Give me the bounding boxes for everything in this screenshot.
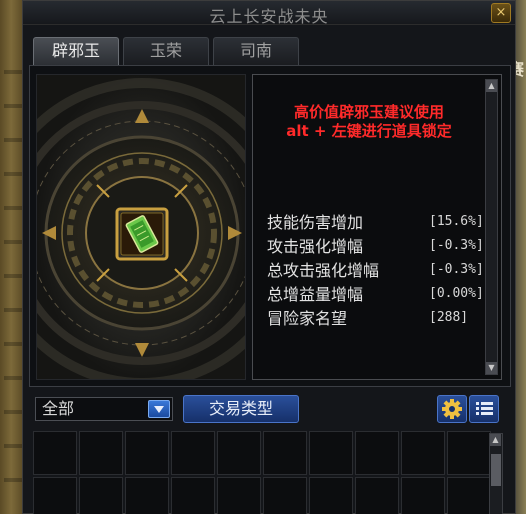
scroll-up-button[interactable]: ▲ — [486, 80, 497, 92]
title-bar[interactable]: 云上长安战未央 × — [23, 1, 515, 26]
scroll-down-button[interactable]: ▼ — [486, 362, 497, 374]
stat-label: 技能伤害增加 — [267, 213, 364, 232]
inventory-slot[interactable] — [171, 477, 215, 514]
settings-button[interactable] — [437, 395, 467, 423]
stat-label: 攻击强化增幅 — [267, 237, 364, 256]
inventory-slot[interactable] — [33, 477, 77, 514]
info-panel: 高价值辟邪玉建议使用 alt + 左键进行道具锁定 技能伤害增加 [15.6%]… — [252, 74, 502, 380]
inventory-slot[interactable] — [309, 431, 353, 475]
inventory-slot[interactable] — [447, 431, 491, 475]
tab-bixieyu[interactable]: 辟邪玉 — [33, 37, 119, 65]
tab-bar: 辟邪玉 玉荣 司南 — [33, 37, 299, 65]
info-scrollbar[interactable]: ▲ ▼ — [485, 79, 498, 375]
stat-value: [288] — [429, 309, 469, 325]
inventory-slot[interactable] — [447, 477, 491, 514]
stat-row: 攻击强化增幅 [-0.3%] — [267, 233, 487, 257]
inventory-slot[interactable] — [263, 477, 307, 514]
inventory-slot[interactable] — [125, 477, 169, 514]
inventory-slot[interactable] — [33, 431, 77, 475]
stat-label: 总增益量增幅 — [267, 285, 364, 304]
gear-icon — [442, 399, 462, 419]
dropdown-value: 全部 — [42, 399, 75, 418]
stat-row: 总增益量增幅 [0.00%] — [267, 281, 487, 305]
warning-line-1: 高价值辟邪玉建议使用 — [293, 103, 444, 121]
list-icon — [476, 402, 493, 415]
tab-sinan[interactable]: 司南 — [213, 37, 299, 65]
inventory-slot[interactable] — [355, 477, 399, 514]
medallion-panel — [36, 74, 246, 380]
inventory-slot[interactable] — [171, 431, 215, 475]
inventory-grid — [33, 431, 491, 514]
inventory-slot[interactable] — [263, 431, 307, 475]
stat-value: [0.00%] — [429, 285, 484, 301]
list-view-button[interactable] — [469, 395, 499, 423]
lock-warning: 高价值辟邪玉建议使用 alt + 左键进行道具锁定 — [253, 103, 485, 141]
grid-scrollbar[interactable]: ▲ — [489, 433, 503, 514]
inventory-slot[interactable] — [309, 477, 353, 514]
stat-label: 总攻击强化增幅 — [267, 261, 380, 280]
category-dropdown[interactable]: 全部 — [35, 397, 173, 421]
inventory-slot[interactable] — [217, 431, 261, 475]
window-title: 云上长安战未央 — [209, 7, 329, 26]
stat-label: 冒险家名望 — [267, 309, 348, 328]
stat-row: 技能伤害增加 [15.6%] — [267, 209, 487, 233]
stat-value: [15.6%] — [429, 213, 484, 229]
stats-list: 技能伤害增加 [15.6%] 攻击强化增幅 [-0.3%] 总攻击强化增幅 [-… — [267, 209, 487, 329]
inventory-slot[interactable] — [401, 477, 445, 514]
jade-window: 云上长安战未央 × 辟邪玉 玉荣 司南 高价值辟邪玉建议使用 alt + 左键进… — [22, 0, 516, 514]
inventory-grid-area: ▲ — [33, 431, 503, 514]
inventory-slot[interactable] — [401, 431, 445, 475]
inventory-slot[interactable] — [79, 477, 123, 514]
stat-row: 冒险家名望 [288] — [267, 305, 487, 329]
close-button[interactable]: × — [491, 3, 511, 23]
stat-value: [-0.3%] — [429, 237, 484, 253]
inventory-slot[interactable] — [217, 477, 261, 514]
stat-value: [-0.3%] — [429, 261, 484, 277]
warning-line-2: alt + 左键进行道具锁定 — [286, 122, 452, 140]
jade-card-icon[interactable] — [122, 214, 162, 254]
main-panel: 高价值辟邪玉建议使用 alt + 左键进行道具锁定 技能伤害增加 [15.6%]… — [29, 65, 511, 387]
filter-bar: 全部 交易类型 — [29, 393, 511, 427]
inventory-slot[interactable] — [125, 431, 169, 475]
inventory-slot[interactable] — [355, 431, 399, 475]
grid-scroll-thumb[interactable] — [491, 454, 501, 486]
chevron-down-icon[interactable] — [148, 400, 170, 418]
stat-row: 总攻击强化增幅 [-0.3%] — [267, 257, 487, 281]
close-icon: × — [495, 5, 507, 20]
inventory-slot[interactable] — [79, 431, 123, 475]
grid-scroll-up-button[interactable]: ▲ — [490, 434, 501, 446]
tab-yurong[interactable]: 玉荣 — [123, 37, 209, 65]
trade-type-button[interactable]: 交易类型 — [183, 395, 299, 423]
